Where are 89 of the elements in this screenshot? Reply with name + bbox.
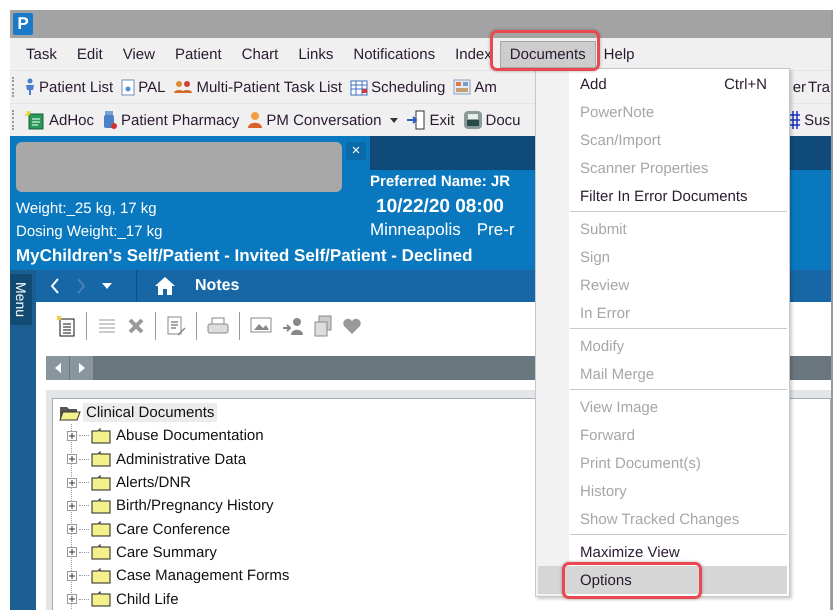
expand-icon[interactable] (67, 547, 77, 558)
toolbar-button[interactable]: Patient Pharmacy (98, 108, 244, 132)
tree-item[interactable]: Child Life (113, 590, 182, 609)
tree-item[interactable]: Care Summary (113, 542, 220, 562)
scroll-right-button[interactable] (70, 356, 94, 380)
location-text: Minneapolis (370, 220, 461, 240)
scroll-left-button[interactable] (46, 356, 70, 380)
people-icon (173, 80, 194, 94)
menu-item[interactable]: Chart (232, 40, 288, 68)
menu-option[interactable]: Options (538, 566, 787, 594)
menu-item[interactable]: Documents (500, 40, 596, 68)
menu-option[interactable]: Maximize View (538, 538, 787, 566)
right-triangle-icon (78, 363, 84, 373)
encounter-date: 10/22/20 08:00 (375, 195, 504, 219)
grip-handle[interactable] (12, 110, 17, 130)
tree-item[interactable]: Alerts/DNR (113, 473, 194, 492)
toolbar-button[interactable]: Docu (458, 108, 525, 132)
menu-item[interactable]: Edit (66, 40, 113, 68)
toolbar-button[interactable]: Multi-Patient Task List (169, 76, 346, 98)
toolbar-button[interactable]: Am (449, 76, 501, 98)
app-logo: P (13, 13, 33, 35)
expand-icon[interactable] (67, 570, 77, 581)
folder-icon (91, 451, 111, 468)
printer-icon (207, 316, 229, 336)
clipboard-icon (24, 110, 46, 130)
menu-tab[interactable]: Menu (10, 274, 32, 326)
tree-item[interactable]: Case Management Forms (113, 566, 292, 586)
printer-icon (462, 110, 482, 130)
toolbar-button[interactable]: AdHoc (20, 108, 98, 132)
toolbar-button[interactable]: Exit (402, 108, 458, 132)
folder-icon (91, 474, 111, 491)
toolbar-button[interactable]: Scheduling (346, 76, 450, 98)
folder-icon (91, 428, 111, 444)
tree-item[interactable]: Birth/Pregnancy History (113, 496, 277, 516)
folder-icon (91, 544, 111, 560)
portal-status: MyChildren's Self/Patient - Invited Self/Patient - Declined (16, 245, 473, 267)
grip-handle[interactable] (12, 77, 17, 97)
toolbar-button[interactable]: Tra (807, 76, 831, 98)
menu-item[interactable]: Links (288, 40, 344, 68)
menu-item[interactable]: Notifications (343, 40, 446, 68)
folder-icon (91, 568, 111, 584)
person-arrow-icon (282, 316, 304, 336)
expand-icon[interactable] (67, 454, 77, 464)
expand-icon[interactable] (67, 524, 77, 534)
tree-item[interactable]: Clinical Documents (83, 403, 218, 422)
menu-item[interactable]: View (112, 40, 165, 68)
back-icon[interactable] (50, 278, 60, 294)
toolbar-button[interactable]: Patient List (20, 76, 118, 98)
tree-item[interactable]: Administrative Data (113, 450, 250, 469)
document-icon (121, 78, 136, 96)
close-button[interactable]: × (346, 142, 366, 160)
menu-item[interactable]: Index (445, 40, 502, 68)
menu-item[interactable]: Patient (164, 40, 232, 68)
dosing-weight-text: Dosing Weight:_17 kg (16, 222, 162, 242)
person-icon (24, 78, 36, 96)
folder-icon (91, 591, 111, 608)
preferred-name: Preferred Name: JR (370, 172, 510, 192)
menu-item[interactable]: Task (16, 40, 67, 68)
calendar-icon (350, 78, 368, 96)
encounter-status: Pre-r (476, 220, 515, 240)
menu-option[interactable]: Filter In Error Documents (538, 182, 787, 210)
toolbar-button[interactable]: er (792, 76, 808, 98)
menu-item[interactable]: Help (594, 40, 645, 68)
weight-text: Weight:_25 kg, 17 kg (16, 199, 157, 219)
folder-icon (91, 498, 111, 514)
person-icon (247, 111, 264, 129)
new-document-icon[interactable] (56, 315, 76, 337)
newspaper-icon (453, 79, 472, 95)
delete-icon (127, 317, 145, 335)
home-icon[interactable] (155, 277, 175, 295)
tree-item[interactable]: Abuse Documentation (113, 426, 267, 446)
toolbar-button[interactable]: PAL (117, 76, 170, 98)
documents-icon (314, 315, 332, 337)
bottle-icon (102, 110, 118, 130)
expand-icon[interactable] (67, 430, 77, 441)
heart-icon (342, 317, 362, 335)
door-icon (406, 110, 426, 130)
edit-document-icon (166, 315, 186, 337)
expand-icon[interactable] (67, 478, 77, 488)
expand-icon[interactable] (67, 594, 77, 604)
expand-icon[interactable] (67, 500, 77, 511)
caret-icon (390, 118, 398, 122)
page-title: Notes (195, 277, 240, 295)
tree-item[interactable]: Care Conference (113, 520, 234, 539)
caret-icon[interactable] (102, 283, 112, 289)
folder-icon (91, 521, 111, 538)
left-triangle-icon (54, 363, 60, 373)
menu-option[interactable]: Add Ctrl+N (538, 70, 787, 98)
toolbar-button[interactable]: PM Conversation (243, 109, 402, 131)
